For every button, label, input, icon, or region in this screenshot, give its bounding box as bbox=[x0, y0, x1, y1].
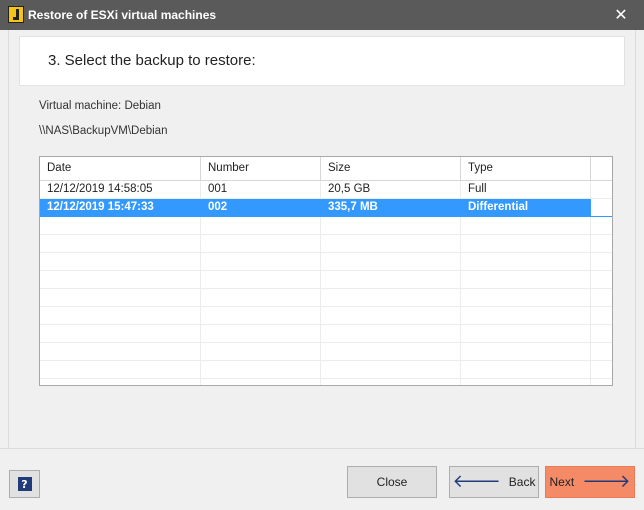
virtual-machine-label: Virtual machine: Debian bbox=[39, 100, 161, 112]
window-title: Restore of ESXi virtual machines bbox=[28, 8, 217, 22]
table-row[interactable]: 12/12/2019 14:58:05 001 20,5 GB Full bbox=[40, 181, 612, 199]
backup-path-label: \\NAS\BackupVM\Debian bbox=[39, 125, 168, 137]
empty-cell bbox=[321, 361, 461, 378]
cell-type: Differential bbox=[461, 199, 591, 216]
cell-size: 335,7 MB bbox=[321, 199, 461, 216]
next-button[interactable]: Next 🡒 bbox=[545, 466, 635, 498]
help-icon: ? bbox=[17, 477, 32, 491]
close-button-label: Close bbox=[376, 475, 408, 489]
empty-row bbox=[40, 361, 612, 379]
empty-cell bbox=[40, 289, 201, 306]
empty-cell bbox=[40, 271, 201, 288]
arrow-left-icon: 🡐 bbox=[452, 471, 501, 492]
empty-cell bbox=[321, 271, 461, 288]
empty-row bbox=[40, 307, 612, 325]
step-title: 3. Select the backup to restore: bbox=[48, 52, 256, 69]
footer-bar: ? Close 🡐 Back Next 🡒 bbox=[0, 448, 644, 510]
next-button-label: Next bbox=[549, 475, 575, 489]
empty-rows bbox=[40, 217, 612, 385]
table-row-selected[interactable]: 12/12/2019 15:47:33 002 335,7 MB Differe… bbox=[40, 199, 612, 217]
empty-cell bbox=[321, 379, 461, 385]
back-button-label: Back bbox=[508, 475, 536, 489]
empty-cell bbox=[201, 325, 321, 342]
empty-row bbox=[40, 379, 612, 385]
wizard-panel: 3. Select the backup to restore: Virtual… bbox=[8, 30, 636, 448]
backup-list-grid[interactable]: Date Number Size Type 12/12/2019 14:58:0… bbox=[39, 156, 613, 386]
empty-cell bbox=[201, 217, 321, 234]
window-close-button[interactable]: ✕ bbox=[598, 0, 644, 30]
empty-cell bbox=[461, 361, 591, 378]
empty-cell bbox=[40, 253, 201, 270]
empty-cell bbox=[201, 253, 321, 270]
empty-cell bbox=[40, 217, 201, 234]
empty-cell bbox=[201, 235, 321, 252]
empty-cell bbox=[321, 235, 461, 252]
empty-cell bbox=[461, 271, 591, 288]
empty-cell bbox=[201, 343, 321, 360]
empty-cell bbox=[321, 289, 461, 306]
empty-cell bbox=[201, 307, 321, 324]
empty-cell bbox=[321, 307, 461, 324]
empty-row bbox=[40, 325, 612, 343]
empty-cell bbox=[321, 325, 461, 342]
empty-row bbox=[40, 253, 612, 271]
empty-cell bbox=[201, 379, 321, 385]
empty-cell bbox=[201, 361, 321, 378]
empty-row bbox=[40, 343, 612, 361]
cell-type: Full bbox=[461, 181, 591, 198]
grid-header: Date Number Size Type bbox=[40, 157, 612, 181]
back-button[interactable]: 🡐 Back bbox=[449, 466, 539, 498]
arrow-right-icon: 🡒 bbox=[582, 471, 631, 492]
empty-cell bbox=[321, 217, 461, 234]
empty-cell bbox=[461, 325, 591, 342]
empty-cell bbox=[461, 289, 591, 306]
app-logo-icon bbox=[8, 6, 24, 23]
cell-size: 20,5 GB bbox=[321, 181, 461, 198]
empty-cell bbox=[201, 271, 321, 288]
empty-cell bbox=[321, 343, 461, 360]
empty-cell bbox=[461, 217, 591, 234]
column-header-filler bbox=[591, 157, 612, 181]
empty-cell bbox=[40, 379, 201, 385]
column-header-size[interactable]: Size bbox=[321, 157, 461, 181]
close-button[interactable]: Close bbox=[347, 466, 437, 498]
empty-row bbox=[40, 271, 612, 289]
grid-rows: 12/12/2019 14:58:05 001 20,5 GB Full 12/… bbox=[40, 181, 612, 385]
empty-cell bbox=[461, 253, 591, 270]
empty-cell bbox=[461, 343, 591, 360]
help-button[interactable]: ? bbox=[9, 470, 40, 498]
empty-cell bbox=[40, 307, 201, 324]
empty-cell bbox=[461, 307, 591, 324]
empty-cell bbox=[321, 253, 461, 270]
empty-cell bbox=[461, 379, 591, 385]
step-header: 3. Select the backup to restore: bbox=[19, 36, 625, 86]
empty-row bbox=[40, 289, 612, 307]
cell-date: 12/12/2019 14:58:05 bbox=[40, 181, 201, 198]
cell-number: 001 bbox=[201, 181, 321, 198]
cell-date: 12/12/2019 15:47:33 bbox=[40, 199, 201, 216]
title-bar: Restore of ESXi virtual machines ✕ bbox=[0, 0, 644, 30]
empty-cell bbox=[40, 325, 201, 342]
column-header-type[interactable]: Type bbox=[461, 157, 591, 181]
empty-cell bbox=[40, 235, 201, 252]
column-header-date[interactable]: Date bbox=[40, 157, 201, 181]
empty-row bbox=[40, 235, 612, 253]
empty-cell bbox=[461, 235, 591, 252]
empty-cell bbox=[40, 343, 201, 360]
cell-number: 002 bbox=[201, 199, 321, 216]
empty-cell bbox=[201, 289, 321, 306]
empty-row bbox=[40, 217, 612, 235]
empty-cell bbox=[40, 361, 201, 378]
column-header-number[interactable]: Number bbox=[201, 157, 321, 181]
